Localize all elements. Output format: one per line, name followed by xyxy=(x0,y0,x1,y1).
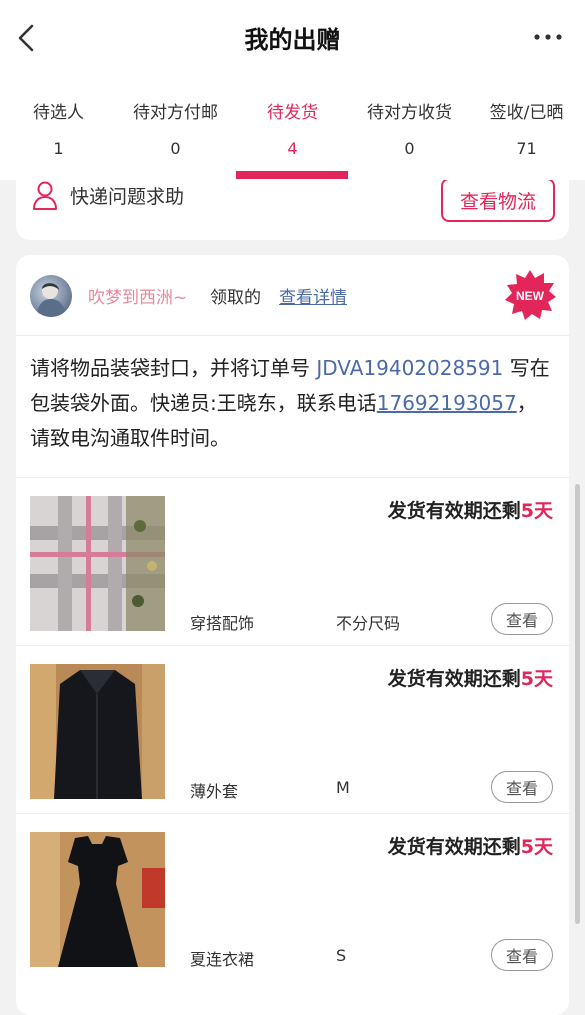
days-left: 5天 xyxy=(520,668,553,690)
express-help-link[interactable]: 快递问题求助 xyxy=(32,180,184,210)
deadline-prefix: 发货有效期还剩 xyxy=(387,500,521,522)
more-button[interactable] xyxy=(531,24,565,50)
active-tab-indicator xyxy=(236,171,348,179)
claimer-name[interactable]: 吹梦到西洲~ xyxy=(88,283,187,308)
tab-signed-shared[interactable]: 签收/已晒 71 xyxy=(468,78,585,180)
tab-to-select[interactable]: 待选人 1 xyxy=(0,78,117,180)
help-label: 快递问题求助 xyxy=(70,185,185,208)
shipping-deadline: 发货有效期还剩5天 xyxy=(388,664,553,691)
days-left: 5天 xyxy=(520,500,553,522)
deadline-prefix: 发货有效期还剩 xyxy=(387,668,521,690)
view-button[interactable]: 查看 xyxy=(491,939,553,971)
more-dots-icon xyxy=(534,34,562,40)
page-title: 我的出赠 xyxy=(244,26,341,54)
list-item: 发货有效期还剩5天 夏连衣裙 S 查看 xyxy=(16,813,569,981)
item-size: S xyxy=(336,946,347,965)
item-image-scarf[interactable] xyxy=(30,496,165,631)
tab-label: 待选人 xyxy=(33,103,84,123)
item-name: 穿搭配饰 xyxy=(190,614,255,633)
item-size: 不分尺码 xyxy=(336,614,401,633)
tab-label: 签收/已晒 xyxy=(489,103,564,123)
days-left: 5天 xyxy=(520,836,553,858)
instructions-text: 请将物品装袋封口，并将订单号 xyxy=(30,356,317,380)
tab-count: 71 xyxy=(516,139,537,158)
tab-label: 待对方付邮 xyxy=(133,103,218,123)
status-tabs: 待选人 1 待对方付邮 0 待发货 4 待对方收货 0 签收/已晒 71 xyxy=(0,78,585,180)
avatar-image xyxy=(36,283,66,317)
new-burst-icon: NEW xyxy=(505,270,556,320)
list-item: 发货有效期还剩5天 薄外套 M 查看 xyxy=(16,645,569,813)
item-name: 夏连衣裙 xyxy=(190,950,255,969)
tab-label: 待对方收货 xyxy=(367,103,452,123)
avatar[interactable] xyxy=(30,275,72,317)
shipping-deadline: 发货有效期还剩5天 xyxy=(388,832,553,859)
user-icon xyxy=(33,181,57,210)
claimer-row: 吹梦到西洲~ 领取的 查看详情 NEW xyxy=(16,255,569,336)
tab-count: 0 xyxy=(404,139,415,158)
list-item: 发货有效期还剩5天 穿搭配饰 不分尺码 查看 xyxy=(16,477,569,645)
order-number: JDVA19402028591 xyxy=(316,356,504,380)
scrollbar[interactable] xyxy=(575,484,580,924)
header: 我的出赠 xyxy=(0,0,585,78)
tab-count: 4 xyxy=(287,139,298,158)
new-badge-label: NEW xyxy=(516,289,545,303)
view-button[interactable]: 查看 xyxy=(491,771,553,803)
view-button[interactable]: 查看 xyxy=(491,603,553,635)
item-size: M xyxy=(336,778,350,797)
deadline-prefix: 发货有效期还剩 xyxy=(387,836,521,858)
item-image-dress[interactable] xyxy=(30,832,165,967)
view-details-link[interactable]: 查看详情 xyxy=(279,283,347,308)
tab-count: 1 xyxy=(53,139,64,158)
tab-await-postage[interactable]: 待对方付邮 0 xyxy=(117,78,234,180)
item-name: 薄外套 xyxy=(190,782,239,801)
tab-count: 0 xyxy=(170,139,181,158)
tab-await-receipt[interactable]: 待对方收货 0 xyxy=(351,78,468,180)
item-image-jacket[interactable] xyxy=(30,664,165,799)
claimed-text: 领取的 xyxy=(210,288,261,308)
shipping-deadline: 发货有效期还剩5天 xyxy=(388,496,553,523)
tab-label: 待发货 xyxy=(267,103,318,123)
item-list: 发货有效期还剩5天 穿搭配饰 不分尺码 查看 发货有效期还剩5天 薄外套 M 查… xyxy=(16,477,569,981)
order-card: 吹梦到西洲~ 领取的 查看详情 NEW 请将物品装袋封口，并将订单号 JDVA1… xyxy=(16,255,569,1015)
courier-phone-link[interactable]: 17692193057 xyxy=(377,391,517,415)
packing-instructions: 请将物品装袋封口，并将订单号 JDVA19402028591 写在包装袋外面。快… xyxy=(30,351,556,456)
view-logistics-button[interactable]: 查看物流 xyxy=(441,178,555,222)
tab-to-ship[interactable]: 待发货 4 xyxy=(234,78,351,180)
